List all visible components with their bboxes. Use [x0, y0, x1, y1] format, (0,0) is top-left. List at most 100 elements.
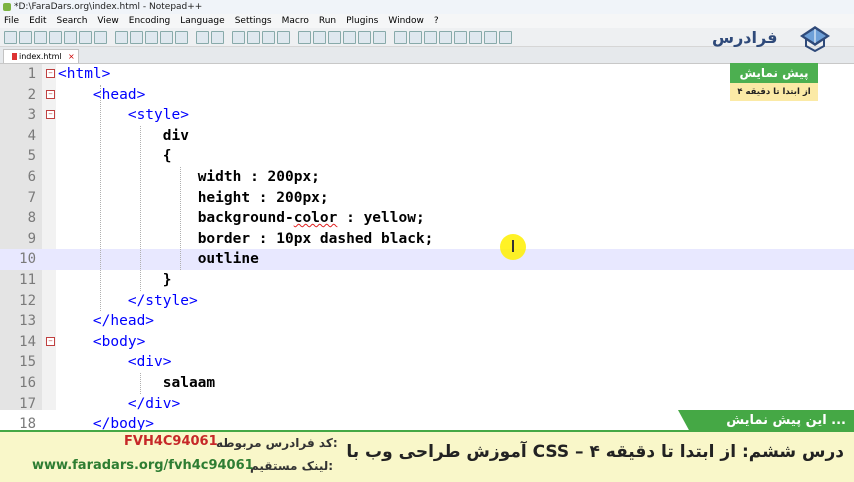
tab-index-html[interactable]: index.html × — [3, 49, 79, 63]
line-number: 4 — [27, 127, 36, 144]
fold-toggle-icon[interactable]: − — [46, 69, 55, 78]
play-multi-icon[interactable] — [454, 31, 467, 44]
close-tab-icon[interactable]: × — [68, 50, 75, 63]
code-line[interactable]: 3− <style> — [0, 105, 854, 126]
code-line[interactable]: 12 </style> — [0, 291, 854, 312]
cut-icon[interactable] — [115, 31, 128, 44]
menu-item-search[interactable]: Search — [57, 16, 88, 26]
code-line[interactable]: 7 height : 200px; — [0, 188, 854, 209]
open-icon[interactable] — [19, 31, 32, 44]
code-line[interactable]: 16 salaam — [0, 373, 854, 394]
close-all-icon[interactable] — [79, 31, 92, 44]
line-number: 6 — [27, 169, 36, 185]
replace-icon[interactable] — [211, 31, 224, 44]
indent-guide — [180, 167, 181, 270]
line-number: 2 — [27, 86, 36, 103]
logo-mark-icon — [800, 26, 830, 52]
code-text: <div> — [127, 354, 172, 371]
course-link[interactable]: www.faradars.org/fvh4c94061 — [32, 458, 254, 473]
save-macro-icon[interactable] — [469, 31, 482, 44]
code-text: div — [162, 127, 189, 144]
menu-item-encoding[interactable]: Encoding — [129, 16, 170, 26]
indent-guide-icon[interactable] — [328, 31, 341, 44]
menu-item-window[interactable]: Window — [388, 16, 424, 26]
line-number: 12 — [19, 292, 36, 309]
preview-badge: پیش نمایش از ابتدا تا دقیقه ۴ — [730, 63, 818, 103]
doc-map-icon[interactable] — [358, 31, 371, 44]
code-line[interactable]: 15 <div> — [0, 352, 854, 373]
code-line[interactable]: 9 border : 10px dashed black; — [0, 229, 854, 250]
menu-item-file[interactable]: File — [4, 16, 19, 26]
zoom-out-icon[interactable] — [247, 31, 260, 44]
menu-item-help[interactable]: ? — [434, 16, 439, 26]
lang-icon[interactable] — [343, 31, 356, 44]
show-all-icon[interactable] — [313, 31, 326, 44]
menu-item-settings[interactable]: Settings — [235, 16, 272, 26]
course-title: آموزش طراحی وب با CSS – درس ششم: از ابتد… — [346, 442, 844, 462]
indent-guide — [100, 84, 101, 312]
code-text: } — [162, 272, 172, 288]
code-text: </head> — [92, 313, 155, 330]
undo-icon[interactable] — [160, 31, 173, 44]
code-text: width : 200px; — [197, 169, 320, 185]
code-text: </style> — [127, 292, 198, 309]
stop-icon[interactable] — [424, 31, 437, 44]
menu-item-language[interactable]: Language — [180, 16, 224, 26]
monitor-icon[interactable] — [394, 31, 407, 44]
record-icon[interactable] — [409, 31, 422, 44]
code-line[interactable]: 11 } — [0, 270, 854, 291]
line-number: 16 — [19, 375, 36, 391]
preview-subtitle: از ابتدا تا دقیقه ۴ — [730, 83, 818, 101]
notepadpp-icon — [3, 2, 11, 11]
menu-item-edit[interactable]: Edit — [29, 16, 46, 26]
find-icon[interactable] — [196, 31, 209, 44]
code-line[interactable]: 5 { — [0, 146, 854, 167]
code-line[interactable]: 13 </head> — [0, 311, 854, 332]
code-text: <html> — [58, 66, 111, 82]
indent-guide — [140, 125, 141, 291]
zoom-in-icon[interactable] — [232, 31, 245, 44]
code-text: background-color : yellow; — [197, 210, 425, 227]
line-number: 9 — [27, 230, 36, 247]
spell-icon[interactable] — [484, 31, 497, 44]
fold-toggle-icon[interactable]: − — [46, 110, 55, 120]
sync-h-icon[interactable] — [277, 31, 290, 44]
code-line[interactable]: 4 div — [0, 126, 854, 147]
code-line[interactable]: 1 − <html> — [0, 64, 854, 85]
fold-toggle-icon[interactable]: − — [46, 336, 55, 346]
func-list-icon[interactable] — [373, 31, 386, 44]
spell-auto-icon[interactable] — [499, 31, 512, 44]
code-text: height : 200px; — [197, 189, 329, 206]
code-editor[interactable]: 1− <html> 2− <head> 3− <style> 4 div 5 {6 wid… — [0, 64, 854, 432]
play-icon[interactable] — [439, 31, 452, 44]
code-text: outline — [197, 251, 259, 268]
paste-icon[interactable] — [145, 31, 158, 44]
line-number: 3 — [27, 107, 36, 124]
sync-v-icon[interactable] — [262, 31, 275, 44]
menu-item-plugins[interactable]: Plugins — [346, 16, 378, 26]
fold-toggle-icon[interactable]: − — [46, 89, 55, 99]
print-icon[interactable] — [94, 31, 107, 44]
code-line[interactable]: 2− <head> — [0, 85, 854, 106]
save-all-icon[interactable] — [49, 31, 62, 44]
line-number: 1 — [27, 66, 36, 82]
new-icon[interactable] — [4, 31, 17, 44]
save-icon[interactable] — [34, 31, 47, 44]
line-number: 15 — [19, 354, 36, 371]
code-line[interactable]: 10 outline — [0, 249, 854, 270]
preview-ribbon: این پیش نمایش ... — [678, 410, 854, 432]
menu-item-view[interactable]: View — [97, 16, 118, 26]
code-line[interactable]: 8 background-color : yellow; — [0, 208, 854, 229]
close-icon[interactable] — [64, 31, 77, 44]
code-text: { — [162, 148, 172, 165]
menu-item-macro[interactable]: Macro — [282, 16, 309, 26]
copy-icon[interactable] — [130, 31, 143, 44]
wrap-icon[interactable] — [298, 31, 311, 44]
menu-item-run[interactable]: Run — [319, 16, 336, 26]
redo-icon[interactable] — [175, 31, 188, 44]
code-line[interactable]: 14− <body> — [0, 332, 854, 353]
line-number: 10 — [19, 251, 36, 268]
mouse-cursor-highlight — [500, 234, 526, 260]
line-number: 17 — [19, 395, 36, 412]
code-line[interactable]: 6 width : 200px; — [0, 167, 854, 188]
